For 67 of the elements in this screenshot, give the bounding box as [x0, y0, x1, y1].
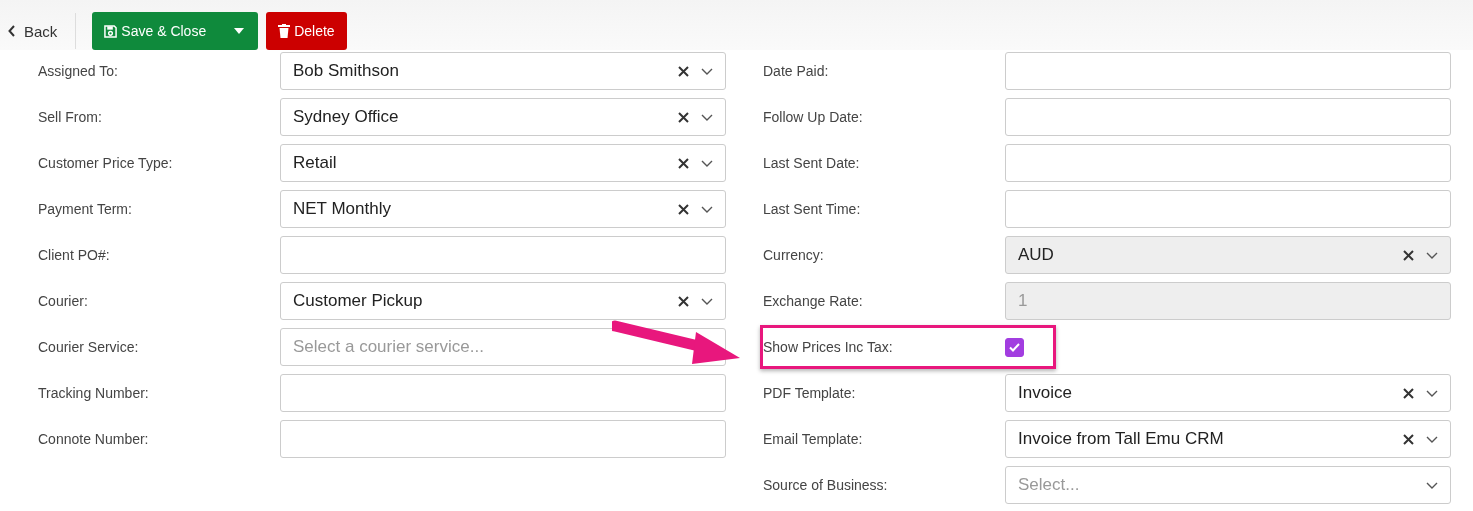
delete-button[interactable]: Delete: [266, 12, 347, 50]
select-value: Invoice from Tall Emu CRM: [1018, 429, 1225, 449]
select-value: AUD: [1018, 245, 1055, 265]
text-input[interactable]: [280, 236, 726, 274]
field-label: Payment Term:: [38, 201, 133, 217]
select-value: Customer Pickup: [293, 291, 424, 311]
select-placeholder: Select a courier service...: [293, 337, 485, 357]
field-label: Exchange Rate:: [763, 293, 864, 309]
chevron-down-icon[interactable]: [1426, 481, 1438, 489]
field-label: Sell From:: [38, 109, 103, 125]
field-label: Last Sent Time:: [763, 201, 862, 217]
select-value: Retail: [293, 153, 338, 173]
text-input[interactable]: [280, 420, 726, 458]
chevron-left-icon: [8, 25, 16, 37]
save-close-button[interactable]: Save & Close: [92, 12, 229, 50]
clear-icon[interactable]: [678, 111, 689, 123]
field-label: Courier Service:: [38, 339, 140, 355]
field-label: Source of Business:: [763, 477, 889, 493]
clear-icon[interactable]: [678, 157, 689, 169]
clear-icon[interactable]: [678, 65, 689, 77]
select-field[interactable]: Invoice from Tall Emu CRM: [1005, 420, 1451, 458]
text-input[interactable]: [1005, 190, 1451, 228]
text-input[interactable]: [1005, 52, 1451, 90]
field-label: Last Sent Date:: [763, 155, 861, 171]
chevron-down-icon[interactable]: [701, 205, 713, 213]
field-label: Show Prices Inc Tax:: [763, 339, 894, 355]
save-options-dropdown[interactable]: [228, 12, 259, 50]
clear-icon[interactable]: [1403, 387, 1414, 399]
text-input[interactable]: [1005, 144, 1451, 182]
field-label: Tracking Number:: [38, 385, 150, 401]
clear-icon[interactable]: [1403, 433, 1414, 445]
select-value: Invoice: [1018, 383, 1073, 403]
field-label: Currency:: [763, 247, 825, 263]
clear-icon[interactable]: [678, 295, 689, 307]
chevron-down-icon[interactable]: [701, 159, 713, 167]
field-label: Client PO#:: [38, 247, 111, 263]
select-field[interactable]: Retail: [280, 144, 726, 182]
checkmark-icon: [1009, 342, 1020, 352]
checkbox[interactable]: [1005, 337, 1024, 357]
select-value: Bob Smithson: [293, 61, 400, 81]
select-field[interactable]: NET Monthly: [280, 190, 726, 228]
chevron-down-icon[interactable]: [1426, 435, 1438, 443]
field-label: Email Template:: [763, 431, 864, 447]
field-label: Courier:: [38, 293, 89, 309]
field-label: Follow Up Date:: [763, 109, 864, 125]
field-label: PDF Template:: [763, 385, 857, 401]
select-field[interactable]: Customer Pickup: [280, 282, 726, 320]
select-field[interactable]: Invoice: [1005, 374, 1451, 412]
text-input[interactable]: [280, 374, 726, 412]
field-label: Date Paid:: [763, 63, 830, 79]
back-link[interactable]: Back: [8, 22, 64, 40]
field-label: Customer Price Type:: [38, 155, 174, 171]
trash-icon: [278, 24, 291, 38]
select-field[interactable]: Bob Smithson: [280, 52, 726, 90]
select-placeholder: Select...: [1018, 475, 1081, 495]
chevron-down-icon[interactable]: [1426, 389, 1438, 397]
chevron-down-icon[interactable]: [701, 113, 713, 121]
field-label: Connote Number:: [38, 431, 150, 447]
select-field[interactable]: Sydney Office: [280, 98, 726, 136]
chevron-down-icon[interactable]: [701, 67, 713, 75]
field-label: Assigned To:: [38, 63, 119, 79]
select-value: Sydney Office: [293, 107, 400, 127]
caret-down-icon: [234, 28, 245, 34]
select-value: NET Monthly: [293, 199, 392, 219]
chevron-down-icon[interactable]: [701, 297, 713, 305]
text-input[interactable]: [1005, 98, 1451, 136]
clear-icon[interactable]: [678, 203, 689, 215]
